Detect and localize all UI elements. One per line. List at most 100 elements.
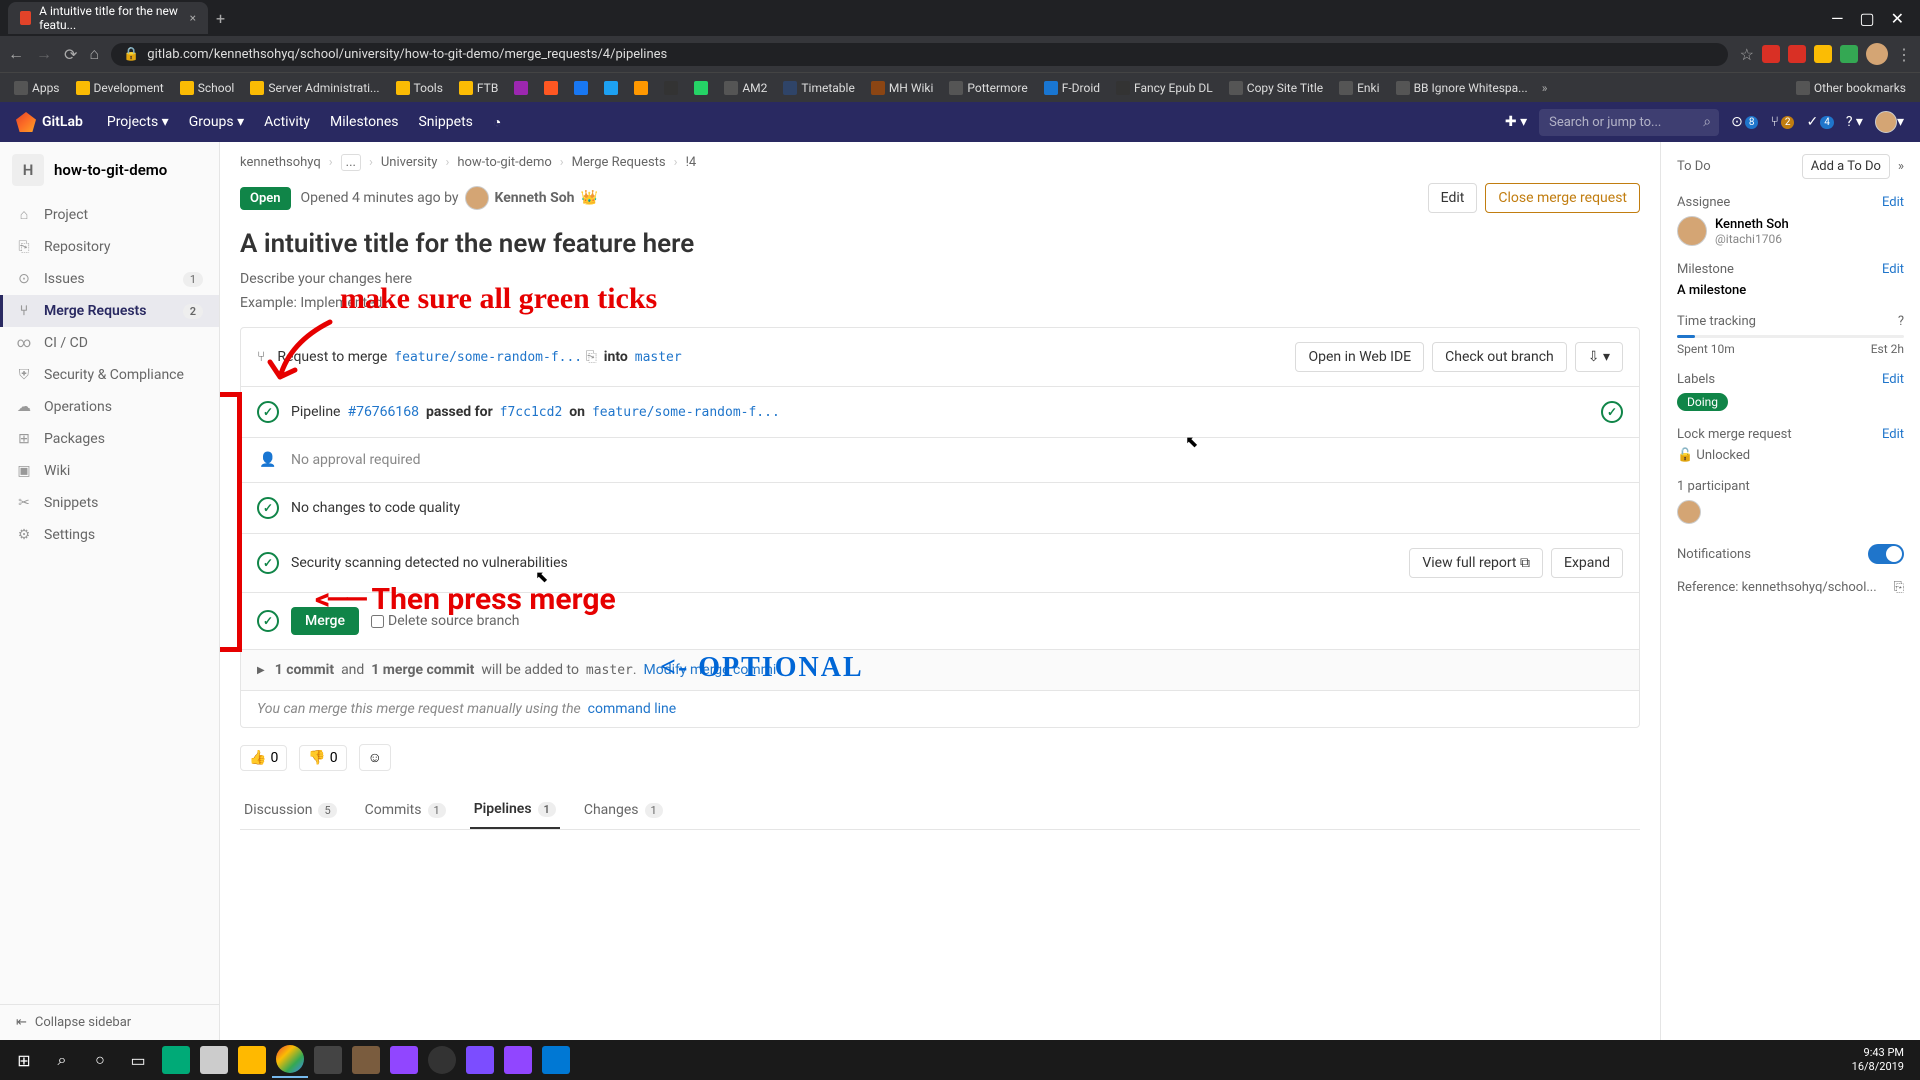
bookmark[interactable]: Enki: [1333, 79, 1385, 97]
bookmark[interactable]: [628, 79, 654, 97]
start-button[interactable]: ⊞: [6, 1042, 42, 1078]
open-web-ide-button[interactable]: Open in Web IDE: [1295, 342, 1424, 372]
system-tray[interactable]: 9:43 PM 16/8/2019: [1852, 1046, 1914, 1075]
help-dropdown[interactable]: ? ▾: [1846, 114, 1863, 130]
chevron-right-icon[interactable]: ▶: [257, 665, 265, 676]
new-dropdown[interactable]: ✚ ▾: [1505, 114, 1527, 130]
add-reaction-button[interactable]: ☺: [359, 744, 391, 771]
task-view-icon[interactable]: ▭: [120, 1042, 156, 1078]
taskbar-app[interactable]: [310, 1042, 346, 1078]
bookmark[interactable]: [508, 79, 534, 97]
sidebar-item-issues[interactable]: ⊙Issues1: [0, 263, 219, 295]
thumbs-down-button[interactable]: 👎 0: [299, 745, 346, 771]
gitlab-logo[interactable]: GitLab: [16, 112, 83, 132]
forward-button[interactable]: →: [36, 44, 52, 64]
notifications-toggle[interactable]: [1868, 544, 1904, 564]
sidebar-collapse-icon[interactable]: »: [1898, 159, 1904, 174]
profile-avatar[interactable]: [1866, 43, 1888, 65]
author-name[interactable]: Kenneth Soh: [495, 190, 575, 206]
todos-counter[interactable]: ✓4: [1806, 114, 1833, 130]
maximize-icon[interactable]: ▢: [1859, 9, 1874, 28]
sidebar-item-snippets[interactable]: ✂Snippets: [0, 487, 219, 519]
menu-icon[interactable]: ⋮: [1896, 45, 1912, 64]
sidebar-item-settings[interactable]: ⚙Settings: [0, 519, 219, 551]
tab-changes[interactable]: Changes1: [580, 791, 667, 829]
bookmark[interactable]: FTB: [453, 79, 504, 97]
view-report-button[interactable]: View full report ⧉: [1409, 548, 1543, 578]
search-button[interactable]: ⌕: [44, 1042, 80, 1078]
bookmark[interactable]: [568, 79, 594, 97]
bookmark[interactable]: [658, 79, 684, 97]
breadcrumb-link[interactable]: Merge Requests: [572, 155, 666, 170]
sidebar-item-project[interactable]: ⌂Project: [0, 198, 219, 231]
bookmark[interactable]: School: [174, 79, 241, 97]
new-tab-button[interactable]: +: [216, 9, 225, 28]
sidebar-item-merge-requests[interactable]: ⑂Merge Requests2: [0, 295, 219, 327]
assignee-avatar[interactable]: [1677, 216, 1707, 246]
bookmark[interactable]: F-Droid: [1038, 79, 1106, 97]
bookmark[interactable]: Development: [70, 79, 170, 97]
bookmark[interactable]: Timetable: [777, 79, 860, 97]
add-todo-button[interactable]: Add a To Do: [1802, 154, 1890, 179]
reload-button[interactable]: ⟳: [64, 45, 77, 64]
taskbar-app[interactable]: [538, 1042, 574, 1078]
breadcrumb-link[interactable]: how-to-git-demo: [457, 155, 551, 170]
target-branch[interactable]: master: [635, 350, 682, 365]
modify-commit-link[interactable]: Modify merge commit: [644, 662, 781, 678]
home-button[interactable]: ⌂: [89, 44, 99, 64]
bookmark[interactable]: Fancy Epub DL: [1110, 79, 1219, 97]
copy-icon[interactable]: ⎘: [586, 349, 597, 365]
mr-counter[interactable]: ⑂2: [1770, 114, 1794, 130]
taskbar-app[interactable]: [386, 1042, 422, 1078]
pipeline-link[interactable]: #76766168: [347, 404, 419, 420]
breadcrumb-link[interactable]: kennethsohyq: [240, 155, 321, 170]
project-header[interactable]: H how-to-git-demo: [0, 142, 219, 198]
cortana-icon[interactable]: ○: [82, 1042, 118, 1078]
help-icon[interactable]: ?: [1898, 314, 1904, 329]
bookmark[interactable]: Copy Site Title: [1223, 79, 1329, 97]
sidebar-item-packages[interactable]: ⊞Packages: [0, 423, 219, 455]
bookmarks-overflow[interactable]: »: [1542, 81, 1548, 95]
commit-sha[interactable]: f7cc1cd2: [500, 405, 563, 420]
author-avatar[interactable]: [465, 186, 489, 210]
sidebar-item-ci-cd[interactable]: ∞CI / CD: [0, 327, 219, 359]
bookmark[interactable]: Server Administrati...: [244, 79, 385, 97]
check-circle-icon[interactable]: ✓: [1601, 401, 1623, 423]
tab-commits[interactable]: Commits1: [361, 791, 450, 829]
checkout-branch-button[interactable]: Check out branch: [1432, 342, 1567, 372]
collapse-sidebar[interactable]: ⇤ Collapse sidebar: [0, 1004, 219, 1040]
back-button[interactable]: ←: [8, 44, 24, 64]
issues-counter[interactable]: ⊙8: [1731, 114, 1758, 130]
sidebar-item-repository[interactable]: ⎘Repository: [0, 231, 219, 263]
breadcrumb-link[interactable]: ...: [341, 154, 361, 171]
bookmark[interactable]: [598, 79, 624, 97]
sidebar-item-wiki[interactable]: ▣Wiki: [0, 455, 219, 487]
bookmark[interactable]: [688, 79, 714, 97]
nav-projects[interactable]: Projects ▾: [99, 110, 177, 135]
source-branch[interactable]: feature/some-random-f...: [394, 350, 582, 365]
extension-icon[interactable]: [1788, 45, 1806, 63]
bookmark-apps[interactable]: Apps: [8, 79, 66, 97]
branch-link[interactable]: feature/some-random-f...: [592, 405, 780, 420]
delete-source-checkbox[interactable]: [371, 615, 384, 628]
edit-button[interactable]: Edit: [1428, 183, 1478, 213]
tab-discussion[interactable]: Discussion5: [240, 791, 341, 829]
bookmark[interactable]: Pottermore: [943, 79, 1033, 97]
sidebar-item-security-compliance[interactable]: ⛨Security & Compliance: [0, 359, 219, 391]
edit-lock[interactable]: Edit: [1882, 427, 1904, 442]
nav-performance-icon[interactable]: ◔: [485, 110, 509, 135]
search-input[interactable]: [1539, 109, 1719, 136]
taskbar-app[interactable]: [500, 1042, 536, 1078]
close-tab-icon[interactable]: ×: [190, 11, 196, 25]
extension-icon[interactable]: [1840, 45, 1858, 63]
nav-snippets[interactable]: Snippets: [410, 110, 480, 135]
bookmark[interactable]: BB Ignore Whitespa...: [1390, 79, 1534, 97]
nav-activity[interactable]: Activity: [256, 110, 318, 135]
user-menu[interactable]: ▾: [1875, 111, 1904, 133]
bookmark[interactable]: Tools: [390, 79, 449, 97]
extension-icon[interactable]: [1762, 45, 1780, 63]
nav-groups[interactable]: Groups ▾: [181, 110, 252, 135]
taskbar-app[interactable]: [348, 1042, 384, 1078]
taskbar-app[interactable]: [234, 1042, 270, 1078]
taskbar-app[interactable]: [462, 1042, 498, 1078]
